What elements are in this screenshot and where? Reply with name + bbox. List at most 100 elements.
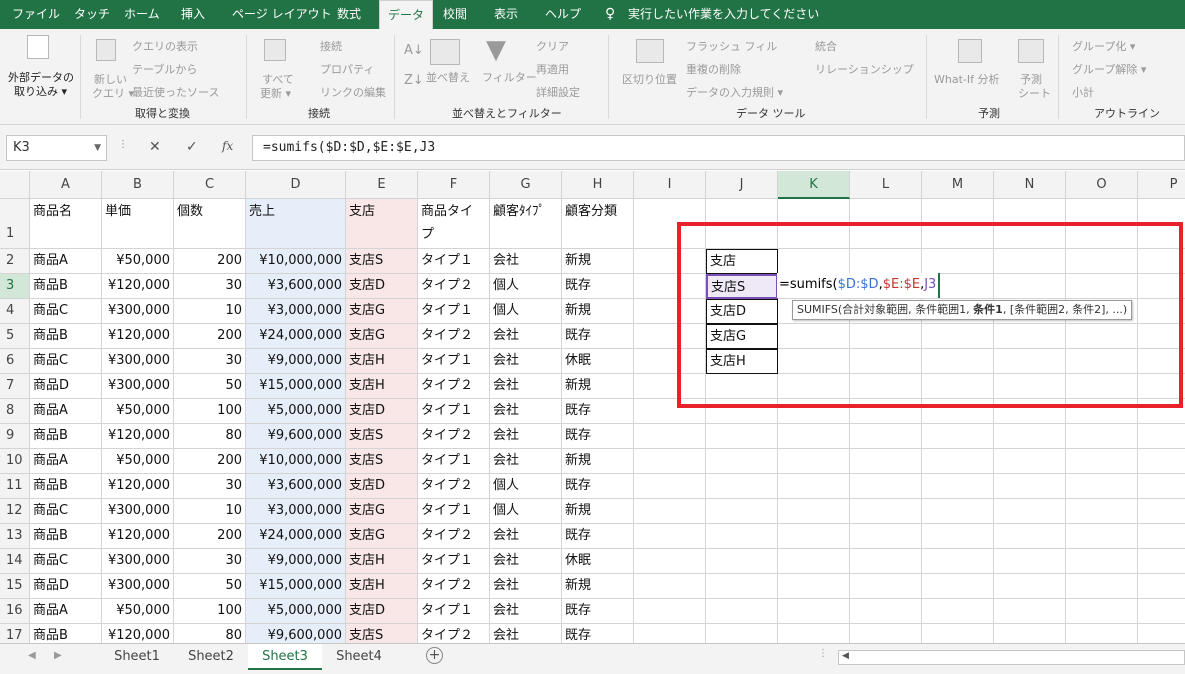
table-cell[interactable]: ¥300,000 <box>102 574 174 599</box>
grid-cell[interactable] <box>850 399 922 424</box>
grid-cell[interactable] <box>778 349 850 374</box>
table-cell[interactable]: 100 <box>174 399 246 424</box>
grid-cell[interactable] <box>1066 449 1138 474</box>
grid-cell[interactable] <box>994 349 1066 374</box>
grid-cell[interactable] <box>706 399 778 424</box>
grid-cell[interactable] <box>634 499 706 524</box>
table-cell[interactable]: 個人 <box>490 474 562 499</box>
row-header-1[interactable]: 1 <box>0 199 30 249</box>
table-cell[interactable]: 商品B <box>30 524 102 549</box>
table-cell[interactable]: 支店S <box>346 249 418 274</box>
table-cell[interactable]: ¥120,000 <box>102 424 174 449</box>
table-cell[interactable]: 支店H <box>346 374 418 399</box>
grid-cell[interactable] <box>922 599 994 624</box>
table-cell[interactable]: 50 <box>174 574 246 599</box>
table-cell[interactable]: タイプ１ <box>418 599 490 624</box>
row-header-6[interactable]: 6 <box>0 349 30 374</box>
table-cell[interactable]: 商品D <box>30 374 102 399</box>
column-header-m[interactable]: M <box>922 171 994 199</box>
select-all-corner[interactable] <box>0 171 30 199</box>
grid-cell[interactable] <box>634 399 706 424</box>
grid-cell[interactable] <box>850 349 922 374</box>
row-header-8[interactable]: 8 <box>0 399 30 424</box>
column-header-h[interactable]: H <box>562 171 634 199</box>
table-header-cell[interactable]: 商品名 <box>30 199 102 249</box>
table-cell[interactable]: 支店G <box>346 324 418 349</box>
table-cell[interactable]: ¥3,000,000 <box>246 299 346 324</box>
row-header-5[interactable]: 5 <box>0 324 30 349</box>
grid-cell[interactable] <box>1066 274 1138 299</box>
grid-cell[interactable] <box>994 524 1066 549</box>
grid-cell[interactable] <box>778 599 850 624</box>
grid-cell[interactable] <box>850 324 922 349</box>
grid-cell[interactable] <box>706 199 778 249</box>
column-header-n[interactable]: N <box>994 171 1066 199</box>
table-cell[interactable]: 会社 <box>490 374 562 399</box>
row-header-9[interactable]: 9 <box>0 424 30 449</box>
row-header-3[interactable]: 3 <box>0 274 30 299</box>
table-cell[interactable]: 商品B <box>30 424 102 449</box>
grid-cell[interactable] <box>634 574 706 599</box>
branch-list-cell[interactable]: 支店H <box>706 349 778 374</box>
grid-cell[interactable] <box>922 424 994 449</box>
grid-cell[interactable] <box>850 424 922 449</box>
table-cell[interactable]: 新規 <box>562 249 634 274</box>
grid-cell[interactable] <box>994 424 1066 449</box>
scroll-right-icon[interactable]: ▶ <box>54 650 62 661</box>
grid-cell[interactable] <box>634 524 706 549</box>
table-cell[interactable]: 商品A <box>30 449 102 474</box>
column-header-k[interactable]: K <box>778 171 850 199</box>
table-cell[interactable]: 商品B <box>30 274 102 299</box>
column-header-l[interactable]: L <box>850 171 922 199</box>
grid-cell[interactable] <box>994 599 1066 624</box>
grid-cell[interactable] <box>1138 249 1185 274</box>
table-cell[interactable]: 商品C <box>30 349 102 374</box>
grid-cell[interactable] <box>1138 399 1185 424</box>
grid-cell[interactable] <box>1066 524 1138 549</box>
grid-cell[interactable] <box>706 524 778 549</box>
table-cell[interactable]: ¥10,000,000 <box>246 249 346 274</box>
grid-cell[interactable] <box>778 249 850 274</box>
grid-cell[interactable] <box>634 599 706 624</box>
grid-cell[interactable] <box>1066 424 1138 449</box>
table-cell[interactable]: ¥300,000 <box>102 299 174 324</box>
column-header-f[interactable]: F <box>418 171 490 199</box>
grid-cell[interactable] <box>706 549 778 574</box>
grid-cell[interactable] <box>1066 474 1138 499</box>
table-cell[interactable]: ¥50,000 <box>102 249 174 274</box>
grid-cell[interactable] <box>994 399 1066 424</box>
worksheet-grid[interactable]: A B C D E F G H I J K L M N O P 1 2 3 4 5 6 7 8 9 10 11 12 13 14 15 16 1… <box>0 0 1185 674</box>
table-cell[interactable]: ¥3,600,000 <box>246 474 346 499</box>
table-cell[interactable]: 200 <box>174 249 246 274</box>
table-cell[interactable]: ¥3,600,000 <box>246 274 346 299</box>
table-header-cell[interactable]: 顧客ﾀｲﾌﾟ <box>490 199 562 249</box>
table-cell[interactable]: 支店D <box>346 474 418 499</box>
table-cell[interactable]: 休眠 <box>562 549 634 574</box>
table-cell[interactable]: 支店D <box>346 399 418 424</box>
table-cell[interactable]: タイプ２ <box>418 524 490 549</box>
table-cell[interactable]: ¥10,000,000 <box>246 449 346 474</box>
table-cell[interactable]: 支店D <box>346 599 418 624</box>
grid-cell[interactable] <box>778 374 850 399</box>
column-header-i[interactable]: I <box>634 171 706 199</box>
grid-cell[interactable] <box>850 199 922 249</box>
grid-cell[interactable] <box>922 549 994 574</box>
table-cell[interactable]: 50 <box>174 374 246 399</box>
grid-cell[interactable] <box>850 374 922 399</box>
grid-cell[interactable] <box>778 574 850 599</box>
column-header-e[interactable]: E <box>346 171 418 199</box>
scroll-left-icon[interactable]: ◀ <box>28 650 36 661</box>
table-cell[interactable]: 既存 <box>562 474 634 499</box>
table-cell[interactable]: ¥15,000,000 <box>246 574 346 599</box>
row-header-13[interactable]: 13 <box>0 524 30 549</box>
grid-cell[interactable] <box>706 449 778 474</box>
table-cell[interactable]: ¥50,000 <box>102 599 174 624</box>
table-header-cell[interactable]: 支店 <box>346 199 418 249</box>
column-header-j[interactable]: J <box>706 171 778 199</box>
table-cell[interactable]: 支店G <box>346 299 418 324</box>
grid-cell[interactable] <box>1138 424 1185 449</box>
grid-cell[interactable] <box>922 249 994 274</box>
table-cell[interactable]: ¥5,000,000 <box>246 399 346 424</box>
grid-cell[interactable] <box>994 249 1066 274</box>
grid-cell[interactable] <box>922 449 994 474</box>
